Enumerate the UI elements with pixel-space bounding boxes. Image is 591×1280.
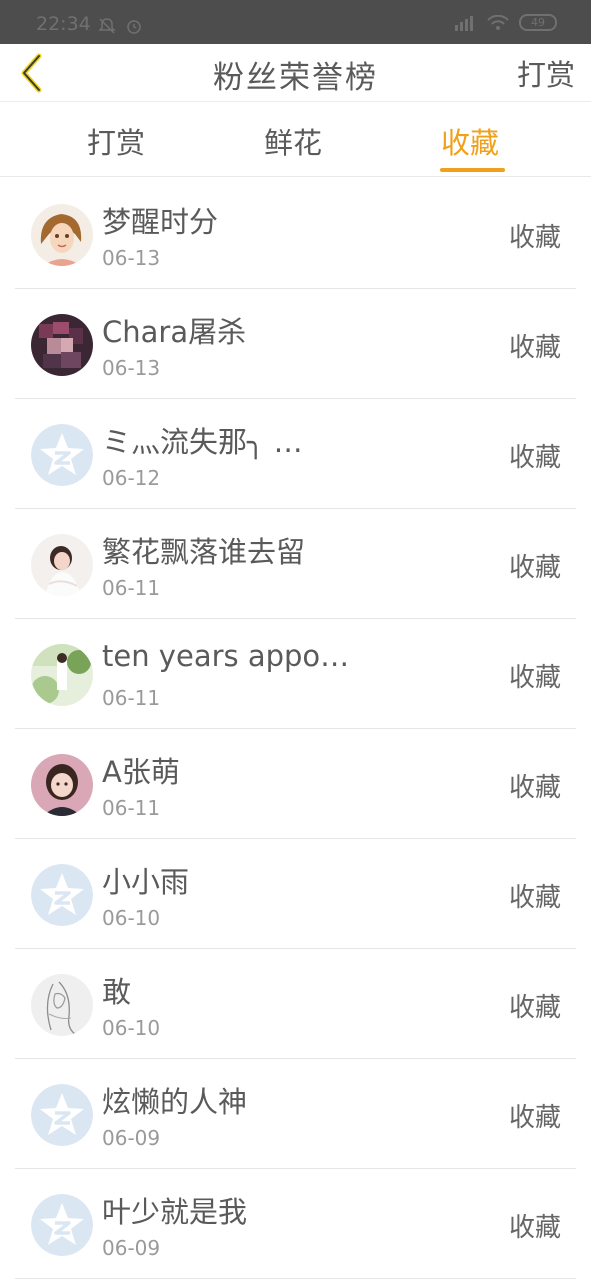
battery-icon: 49 xyxy=(519,14,557,31)
tab-favorites[interactable]: 收藏 xyxy=(441,120,499,162)
user-name: 繁花飘落谁去留 xyxy=(102,535,306,569)
active-tab-indicator xyxy=(440,168,505,172)
app-header: 粉丝荣誉榜 打赏 xyxy=(0,44,591,102)
page-title: 粉丝荣誉榜 xyxy=(213,60,378,96)
signal-icon xyxy=(455,15,473,31)
date: 06-13 xyxy=(102,246,161,270)
avatar xyxy=(31,974,93,1036)
list-item[interactable]: 炫懒的人神 06-09 收藏 xyxy=(15,1059,576,1169)
list-item[interactable]: Chara屠杀 06-13 收藏 xyxy=(15,289,576,399)
avatar xyxy=(31,314,93,376)
list-item[interactable]: A张萌 06-11 收藏 xyxy=(15,729,576,839)
date: 06-09 xyxy=(102,1126,161,1150)
action-label: 收藏 xyxy=(508,553,561,583)
action-label: 收藏 xyxy=(508,223,561,253)
avatar xyxy=(31,204,93,266)
status-bar: 22:34 49 xyxy=(0,0,591,44)
alarm-icon xyxy=(127,19,141,34)
default-avatar-icon xyxy=(31,1084,93,1146)
avatar xyxy=(31,644,93,706)
action-label: 收藏 xyxy=(508,443,561,473)
user-name: A张萌 xyxy=(102,755,180,789)
action-label: 收藏 xyxy=(508,883,561,913)
action-label: 收藏 xyxy=(508,663,561,693)
action-label: 收藏 xyxy=(508,333,561,363)
default-avatar-icon xyxy=(31,424,93,486)
user-name: ミ灬流失那╮ … xyxy=(102,425,303,459)
reward-button[interactable]: 打赏 xyxy=(517,52,575,94)
date: 06-11 xyxy=(102,686,161,710)
list-item[interactable]: 小小雨 06-10 收藏 xyxy=(15,839,576,949)
avatar xyxy=(31,534,93,596)
date: 06-10 xyxy=(102,1016,161,1040)
date: 06-10 xyxy=(102,906,161,930)
date: 06-11 xyxy=(102,576,161,600)
avatar xyxy=(31,754,93,816)
fan-list: 梦醒时分 06-13 收藏 Chara屠杀 06-13 收藏 ミ灬流失那╮ … … xyxy=(0,179,591,1279)
list-item[interactable]: ten years appo… 06-11 收藏 xyxy=(15,619,576,729)
list-item[interactable]: ミ灬流失那╮ … 06-12 收藏 xyxy=(15,399,576,509)
user-name: 小小雨 xyxy=(102,865,190,899)
action-label: 收藏 xyxy=(508,993,561,1023)
list-item[interactable]: 敢 06-10 收藏 xyxy=(15,949,576,1059)
date: 06-09 xyxy=(102,1236,161,1260)
list-item[interactable]: 繁花飘落谁去留 06-11 收藏 xyxy=(15,509,576,619)
user-name: ten years appo… xyxy=(102,639,350,673)
user-name: 炫懒的人神 xyxy=(102,1085,248,1119)
date: 06-11 xyxy=(102,796,161,820)
date: 06-13 xyxy=(102,356,161,380)
status-time: 22:34 xyxy=(36,13,91,35)
user-name: 敢 xyxy=(102,975,132,1009)
user-name: 叶少就是我 xyxy=(102,1195,248,1229)
list-item[interactable]: 叶少就是我 06-09 收藏 xyxy=(15,1169,576,1279)
bell-off-icon xyxy=(98,17,116,34)
tab-bar: 打赏 鲜花 收藏 xyxy=(0,102,591,177)
action-label: 收藏 xyxy=(508,773,561,803)
status-right: 49 xyxy=(453,14,557,31)
wifi-icon xyxy=(487,14,509,30)
action-label: 收藏 xyxy=(508,1213,561,1243)
action-label: 收藏 xyxy=(508,1103,561,1133)
tab-reward[interactable]: 打赏 xyxy=(87,120,145,162)
user-name: Chara屠杀 xyxy=(102,315,247,349)
user-name: 梦醒时分 xyxy=(102,205,219,239)
date: 06-12 xyxy=(102,466,161,490)
list-item[interactable]: 梦醒时分 06-13 收藏 xyxy=(15,179,576,289)
default-avatar-icon xyxy=(31,864,93,926)
default-avatar-icon xyxy=(31,1194,93,1256)
notification-icons xyxy=(98,15,143,35)
tab-flowers[interactable]: 鲜花 xyxy=(264,120,322,162)
